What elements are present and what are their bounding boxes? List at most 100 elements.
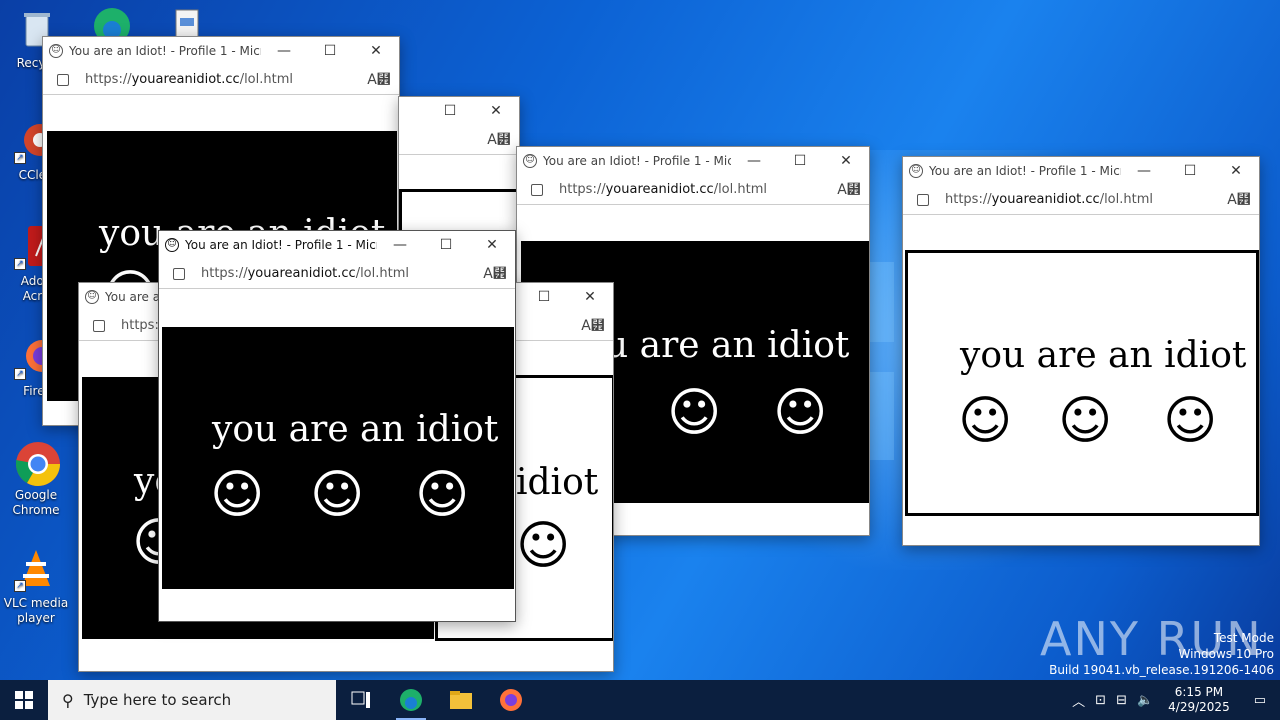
close-button[interactable]: ✕ [567, 289, 613, 305]
smiley-icon: ☺ [773, 383, 828, 443]
smiley-favicon-icon: ☺ [85, 290, 99, 304]
idiot-panel: you are an idiot ☺ ☺ ☺ [905, 250, 1259, 516]
desktop-icon-label: VLC media player [3, 596, 69, 625]
smiley-icon: ☺ [310, 465, 365, 525]
minimize-button[interactable]: — [1121, 163, 1167, 179]
desktop-icon-label: Google Chrome [12, 488, 60, 517]
task-view-button[interactable] [336, 680, 386, 720]
network-icon[interactable]: ⊟ [1111, 693, 1132, 708]
desktop-icon-vlc[interactable]: ↗ VLC media player [0, 548, 72, 626]
chevron-up-icon[interactable]: ︿ [1067, 691, 1090, 710]
address-bar[interactable]: https://youareanidiot.cc/lol.html A⹾ [159, 259, 515, 289]
close-button[interactable]: ✕ [469, 237, 515, 253]
title-bar[interactable]: ☐ ✕ [399, 97, 519, 125]
shortcut-arrow-icon: ↗ [14, 152, 26, 164]
taskbar-file-explorer[interactable] [436, 680, 486, 720]
maximize-button[interactable]: ☐ [427, 103, 473, 119]
taskbar-search-box[interactable]: ⚲ Type here to search [48, 680, 336, 720]
browser-window-front[interactable]: ☺ You are an Idiot! - Profile 1 - Micro.… [158, 230, 516, 622]
folder-icon [450, 691, 472, 709]
minimize-button[interactable]: — [377, 237, 423, 253]
smiley-icon: ☺ [958, 391, 1013, 451]
firefox-icon [500, 689, 522, 711]
security-icon[interactable]: ⊡ [1090, 693, 1111, 708]
shortcut-arrow-icon: ↗ [14, 580, 26, 592]
address-bar[interactable]: https://youareanidiot.cc/lol.html A⹾ [43, 65, 399, 95]
vlc-icon: ↗ [14, 548, 58, 592]
read-aloud-icon[interactable]: A⹾ [359, 72, 399, 88]
start-button[interactable] [0, 680, 48, 720]
close-button[interactable]: ✕ [353, 43, 399, 59]
windows-logo-pane [870, 372, 894, 460]
close-button[interactable]: ✕ [1213, 163, 1259, 179]
smiley-icon: ☺ [516, 516, 571, 576]
windows-logo-pane [870, 262, 894, 342]
maximize-button[interactable]: ☐ [521, 289, 567, 305]
taskbar-edge[interactable] [386, 680, 436, 720]
window-title: You are an Idiot! - Profile 1 - Micro... [185, 238, 377, 252]
taskbar: ⚲ Type here to search ︿ ⊡ ⊟ 🔈 6:15 PM 4/… [0, 680, 1280, 720]
system-tray: ︿ ⊡ ⊟ 🔈 6:15 PM 4/29/2025 ▭ [1067, 680, 1280, 720]
address-bar[interactable]: https://youareanidiot.cc/lol.html A⹾ [903, 185, 1259, 215]
window-title: You are an Idiot! - Profile 1 - Micro... [69, 44, 261, 58]
title-bar[interactable]: ☺ You are an Idiot! - Profile 1 - Micro.… [903, 157, 1259, 185]
lock-icon [173, 267, 185, 280]
search-icon: ⚲ [62, 690, 74, 710]
idiot-panel: you are an idiot ☺ ☺ ☺ [162, 327, 514, 589]
smiley-icon: ☺ [1058, 391, 1113, 451]
window-title: You are an Idiot! - Profile 1 - Micro... [543, 154, 731, 168]
taskbar-firefox[interactable] [486, 680, 536, 720]
url-text: https://youareanidiot.cc/lol.html [559, 182, 767, 197]
test-mode-watermark: Test Mode Windows 10 Pro Build 19041.vb_… [1049, 631, 1274, 677]
smiley-icon: ☺ [1163, 391, 1218, 451]
maximize-button[interactable]: ☐ [423, 237, 469, 253]
read-aloud-icon[interactable]: A⹾ [829, 182, 869, 198]
address-bar[interactable]: https://youareanidiot.cc/lol.html A⹾ [517, 175, 869, 205]
maximize-button[interactable]: ☐ [777, 153, 823, 169]
window-title: You are an Idiot! - Profile 1 - Micro... [929, 164, 1121, 178]
title-bar[interactable]: ☺ You are an Idiot! - Profile 1 - Micro.… [43, 37, 399, 65]
smiley-favicon-icon: ☺ [49, 44, 63, 58]
browser-window[interactable]: ☺ You are an Idiot! - Profile 1 - Micro.… [902, 156, 1260, 546]
smiley-favicon-icon: ☺ [909, 164, 923, 178]
close-button[interactable]: ✕ [473, 103, 519, 119]
desktop-icon-chrome[interactable]: Google Chrome [0, 440, 72, 518]
read-aloud-icon[interactable]: A⹾ [1219, 192, 1259, 208]
volume-icon[interactable]: 🔈 [1132, 693, 1158, 708]
idiot-message: you are an idiot [960, 335, 1247, 376]
search-placeholder: Type here to search [83, 691, 232, 709]
url-text: https://youareanidiot.cc/lol.html [201, 266, 409, 281]
chrome-icon [14, 440, 60, 486]
title-bar[interactable]: ☺ You are an Idiot! - Profile 1 - Micro.… [159, 231, 515, 259]
close-button[interactable]: ✕ [823, 153, 869, 169]
lock-icon [531, 183, 543, 196]
shortcut-arrow-icon: ↗ [14, 258, 26, 270]
shortcut-arrow-icon: ↗ [14, 368, 26, 380]
address-bar[interactable]: A⹾ [399, 125, 519, 155]
smiley-favicon-icon: ☺ [523, 154, 537, 168]
minimize-button[interactable]: — [261, 43, 307, 59]
task-view-icon [351, 691, 370, 708]
smiley-icon: ☺ [415, 465, 470, 525]
title-bar[interactable]: ☺ You are an Idiot! - Profile 1 - Micro.… [517, 147, 869, 175]
url-text: https://youareanidiot.cc/lol.html [85, 72, 293, 87]
idiot-message: you are an idiot [212, 409, 499, 450]
smiley-icon: ☺ [210, 465, 265, 525]
notification-icon[interactable]: ▭ [1240, 693, 1280, 708]
read-aloud-icon[interactable]: A⹾ [573, 318, 613, 334]
lock-icon [917, 193, 929, 206]
windows-logo-icon [15, 691, 33, 709]
read-aloud-icon[interactable]: A⹾ [475, 266, 515, 282]
smiley-favicon-icon: ☺ [165, 238, 179, 252]
smiley-icon: ☺ [667, 383, 722, 443]
lock-icon [57, 73, 69, 86]
maximize-button[interactable]: ☐ [307, 43, 353, 59]
url-text: https://youareanidiot.cc/lol.html [945, 192, 1153, 207]
maximize-button[interactable]: ☐ [1167, 163, 1213, 179]
read-aloud-icon[interactable]: A⹾ [479, 132, 519, 148]
clock[interactable]: 6:15 PM 4/29/2025 [1158, 685, 1240, 715]
edge-icon [400, 689, 422, 711]
lock-icon [93, 319, 105, 332]
minimize-button[interactable]: — [731, 153, 777, 169]
idiot-message: idiot [516, 462, 599, 503]
